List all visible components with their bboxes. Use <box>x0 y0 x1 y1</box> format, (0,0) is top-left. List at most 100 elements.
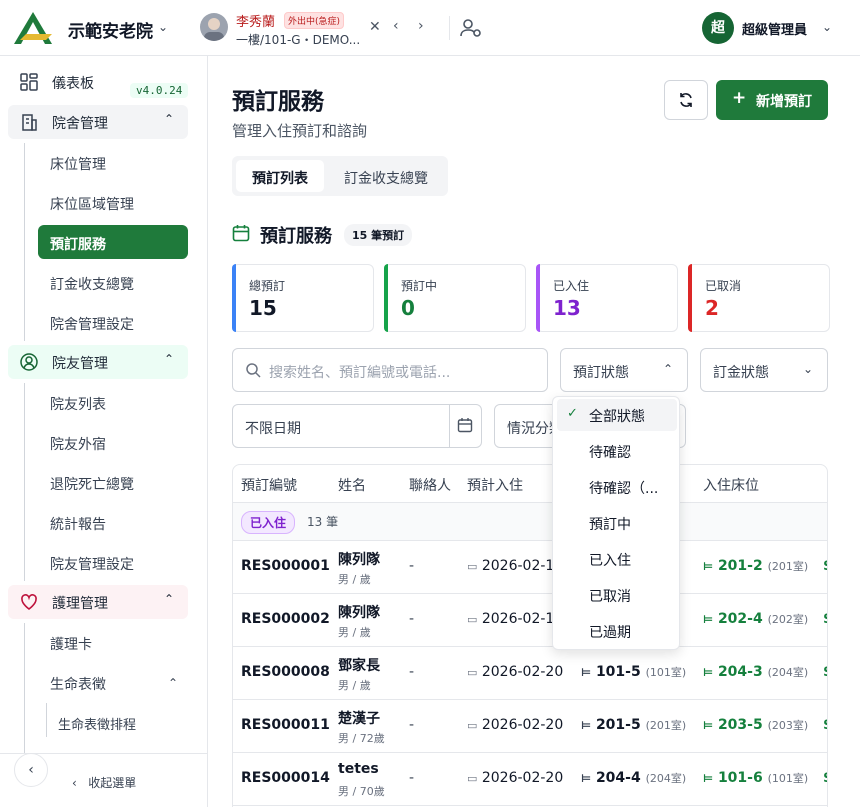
sidebar-item-bed-areas[interactable]: 床位區域管理 <box>38 185 188 219</box>
user-avatar[interactable]: 超 <box>702 12 734 44</box>
refresh-button[interactable] <box>664 80 708 120</box>
chevron-down-icon[interactable]: ⌄ <box>158 20 168 34</box>
dropdown-option[interactable]: ✓ 全部狀態 <box>557 399 677 431</box>
sidebar-item-reports[interactable]: 統計報告 <box>38 505 188 539</box>
sidebar-item-care-card[interactable]: 護理卡 <box>38 625 188 659</box>
chevron-up-icon[interactable]: ⌃ <box>168 676 178 690</box>
sidebar-item-beds[interactable]: 床位管理 <box>38 145 188 179</box>
dropdown-option[interactable]: 已過期 <box>557 615 677 647</box>
resident-demographic: 男 / 歲 <box>338 573 371 586</box>
column-header[interactable]: 聯絡人 <box>409 475 451 495</box>
column-header[interactable]: 預訂編號 <box>241 475 297 495</box>
search-input[interactable]: 搜索姓名、預訂編號或電話... <box>232 348 548 392</box>
chevron-up-icon: ⌃ <box>163 352 174 366</box>
close-icon[interactable]: ✕ <box>369 19 381 35</box>
sidebar-item-dashboard[interactable]: 儀表板 v4.0.24 <box>8 65 189 99</box>
reservation-id[interactable]: RES000002 <box>241 611 330 627</box>
user-circle-icon <box>20 353 38 371</box>
reservation-id[interactable]: RES000001 <box>241 558 330 574</box>
bed-icon: ⊨ <box>703 666 714 679</box>
collapse-sidebar-button[interactable]: ‹ <box>14 753 48 787</box>
option-label: 已過期 <box>589 625 631 641</box>
contact: - <box>409 664 415 680</box>
calendar-icon: ▭ <box>467 613 478 626</box>
expected-date: ▭ 2026-02-1 <box>467 611 555 627</box>
tab-deposit-overview[interactable]: 訂金收支總覽 <box>328 160 444 192</box>
resident-name: 陳列隊 <box>338 552 380 568</box>
sidebar-item-vitals-schedule[interactable]: 生命表徵排程 <box>46 705 196 739</box>
resident-avatar[interactable] <box>200 13 228 41</box>
date-filter[interactable]: 不限日期 <box>232 404 482 448</box>
sidebar-group-care[interactable]: 護理管理 ⌃ <box>8 585 188 619</box>
app-name[interactable]: 示範安老院 <box>68 17 153 42</box>
tab-bar: 預訂列表 訂金收支總覽 <box>232 156 448 196</box>
stat-reserved: 預訂中 0 <box>384 264 526 332</box>
dropdown-option[interactable]: 待確認 <box>557 435 677 467</box>
dropdown-option[interactable]: 待確認（... <box>557 471 677 503</box>
dropdown-option[interactable]: 已入住 <box>557 543 677 575</box>
status-filter-value: 預訂狀態 <box>573 365 629 381</box>
table-row[interactable]: RES000011 楚漢子 男 / 72歲 - ▭ 2026-02-20 ⊨ 2… <box>233 700 827 753</box>
group-row[interactable]: 已入住 13 筆 <box>233 503 827 541</box>
tree-line <box>24 623 25 763</box>
sidebar-item-reservations[interactable]: 預訂服務 <box>38 225 188 259</box>
status-filter-select[interactable]: 預訂狀態 ⌃ <box>560 348 688 392</box>
stat-label: 已取消 <box>705 279 742 293</box>
resident-name[interactable]: 李秀蘭 <box>236 11 275 30</box>
sidebar-group-housing[interactable]: 院舍管理 ⌃ <box>8 105 188 139</box>
new-reservation-label: 新增預訂 <box>756 94 812 110</box>
table-row[interactable]: RES000014 tetes 男 / 70歲 - ▭ 2026-02-20 ⊨… <box>233 753 827 806</box>
sidebar-item-overnight[interactable]: 院友外宿 <box>38 425 188 459</box>
reserved-bed: ⊨ 201-5 (201室) <box>581 717 687 733</box>
stat-label: 已入住 <box>553 279 590 293</box>
expected-date: ▭ 2026-02-20 <box>467 664 564 680</box>
user-name[interactable]: 超級管理員 <box>742 19 807 38</box>
new-reservation-button[interactable]: + 新增預訂 <box>716 80 828 120</box>
collapse-text: 收起選單 <box>88 776 137 790</box>
collapse-label[interactable]: ‹ 收起選單 <box>72 774 136 791</box>
tree-line <box>24 383 25 581</box>
column-header[interactable]: 入住床位 <box>703 475 759 495</box>
reservation-id[interactable]: RES000014 <box>241 770 330 786</box>
reservation-id[interactable]: RES000008 <box>241 664 330 680</box>
chevron-right-icon[interactable]: › <box>418 18 424 34</box>
tab-reservation-list[interactable]: 預訂列表 <box>236 160 324 192</box>
page-title: 預訂服務 <box>232 89 324 115</box>
deposit-filter-value: 訂金狀態 <box>713 365 769 381</box>
tree-line <box>24 143 25 341</box>
sidebar-group-residents[interactable]: 院友管理 ⌃ <box>8 345 188 379</box>
calendar-icon[interactable] <box>457 417 473 433</box>
table-header: 預訂編號 姓名 聯絡人 預計入住 入住床位 <box>233 465 827 503</box>
reservation-id[interactable]: RES000011 <box>241 717 330 733</box>
chevron-left-icon: ‹ <box>72 776 77 790</box>
sidebar-item-deposits[interactable]: 訂金收支總覽 <box>38 265 188 299</box>
sidebar-item-discharge[interactable]: 退院死亡總覽 <box>38 465 188 499</box>
table-row[interactable]: RES000008 鄧家長 男 / 歲 - ▭ 2026-02-20 ⊨ 101… <box>233 647 827 700</box>
sidebar-item-vitals[interactable]: 生命表徵 <box>38 665 188 699</box>
table-row[interactable]: RES000001 陳列隊 男 / 歲 - ▭ 2026-02-1 ⊨ ) ⊨ … <box>233 541 827 594</box>
sidebar-item-resident-list[interactable]: 院友列表 <box>38 385 188 419</box>
sidebar-item-housing-settings[interactable]: 院舍管理設定 <box>38 305 188 339</box>
chevron-down-icon[interactable]: ⌄ <box>822 20 832 34</box>
column-header[interactable]: 預計入住 <box>467 475 523 495</box>
resident-name: 楚漢子 <box>338 711 380 727</box>
dropdown-option[interactable]: 已取消 <box>557 579 677 611</box>
stat-value: 0 <box>401 296 415 320</box>
resident-name: 鄧家長 <box>338 658 380 674</box>
stat-cancelled: 已取消 2 <box>688 264 830 332</box>
chevron-up-icon: ⌃ <box>662 362 673 376</box>
bed-icon: ⊨ <box>581 719 592 732</box>
app-logo <box>14 12 52 44</box>
expected-date: ▭ 2026-02-20 <box>467 717 564 733</box>
sidebar-item-resident-settings[interactable]: 院友管理設定 <box>38 545 188 579</box>
table-row[interactable]: RES000002 陳列隊 男 / 歲 - ▭ 2026-02-1 ⊨ ) ⊨ … <box>233 594 827 647</box>
chevron-left-icon[interactable]: ‹ <box>393 18 399 34</box>
dropdown-option[interactable]: 預訂中 <box>557 507 677 539</box>
page-subtitle: 管理入住預訂和諮詢 <box>232 122 368 140</box>
column-header[interactable]: 姓名 <box>338 475 366 495</box>
calendar-icon: ▭ <box>467 719 478 732</box>
user-settings-icon[interactable] <box>460 17 482 39</box>
option-label: 已取消 <box>589 589 631 605</box>
contact: - <box>409 611 415 627</box>
deposit-filter-select[interactable]: 訂金狀態 ⌄ <box>700 348 828 392</box>
